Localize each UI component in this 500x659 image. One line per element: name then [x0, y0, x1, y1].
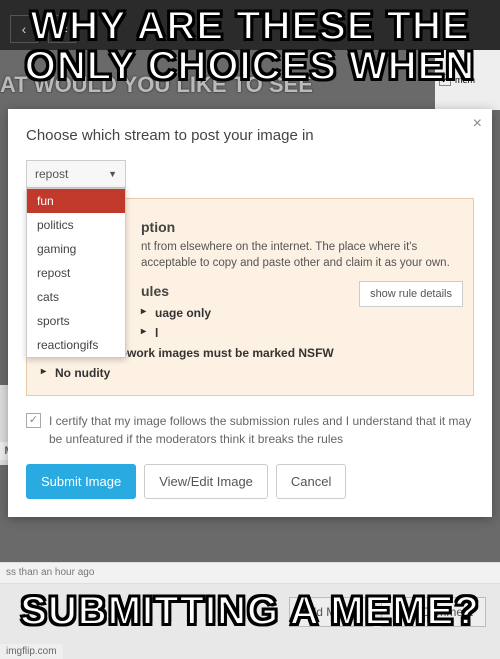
rule-item: No nudity [41, 363, 459, 383]
submit-image-button[interactable]: Submit Image [26, 464, 136, 499]
dropdown-selected: repost [35, 167, 68, 181]
modal-button-row: Submit Image View/Edit Image Cancel [26, 464, 474, 499]
description-heading: ption [141, 219, 459, 235]
certify-checkbox[interactable]: ✓ [26, 413, 41, 428]
view-edit-image-button[interactable]: View/Edit Image [144, 464, 268, 499]
certify-row: ✓ I certify that my image follows the su… [26, 412, 474, 448]
rule-item: l [141, 323, 459, 343]
checkbox-icon[interactable]: ✓ [439, 74, 451, 86]
certify-text: I certify that my image follows the subm… [49, 412, 474, 448]
dropdown-option-fun[interactable]: fun [27, 189, 125, 213]
dropdown-option-politics[interactable]: politics [27, 213, 125, 237]
dropdown-list: fun politics gaming repost cats sports r… [26, 188, 126, 358]
dropdown-option-cats[interactable]: cats [27, 285, 125, 309]
background-faded-text: AT WOULD YOU LIKE TO SEE [0, 72, 313, 98]
shuffle-icon[interactable]: ⇄ [48, 15, 76, 43]
description-text: nt from elsewhere on the internet. The p… [141, 239, 459, 271]
right-sidebar-fragment: ✓ mem [435, 50, 500, 110]
back-icon[interactable]: ‹ [10, 15, 38, 43]
stream-dropdown[interactable]: repost ▼ fun politics gaming repost cats… [26, 160, 474, 188]
dropdown-option-gaming[interactable]: gaming [27, 237, 125, 261]
dropdown-option-sports[interactable]: sports [27, 309, 125, 333]
timestamp-row: ss than an hour ago [0, 562, 500, 584]
chevron-down-icon: ▼ [108, 169, 117, 179]
post-comment-button[interactable]: Post Comment [381, 597, 486, 627]
rule-item: uage only [141, 303, 459, 323]
bottom-button-row: Add Meme Post Comment [289, 597, 486, 627]
dropdown-option-repost[interactable]: repost [27, 261, 125, 285]
dropdown-button[interactable]: repost ▼ [26, 160, 126, 188]
submit-modal: × Choose which stream to post your image… [8, 109, 492, 517]
cancel-button[interactable]: Cancel [276, 464, 346, 499]
timestamp-text: ss than an hour ago [6, 567, 94, 578]
imgflip-watermark: imgflip.com [0, 644, 63, 659]
add-meme-button[interactable]: Add Meme [289, 597, 373, 627]
checkbox-label: mem [455, 75, 475, 85]
modal-title: Choose which stream to post your image i… [26, 127, 474, 144]
dark-toolbar: ‹ ⇄ [0, 8, 500, 50]
dropdown-option-reactiongifs[interactable]: reactiongifs [27, 333, 125, 357]
close-icon[interactable]: × [473, 115, 482, 133]
